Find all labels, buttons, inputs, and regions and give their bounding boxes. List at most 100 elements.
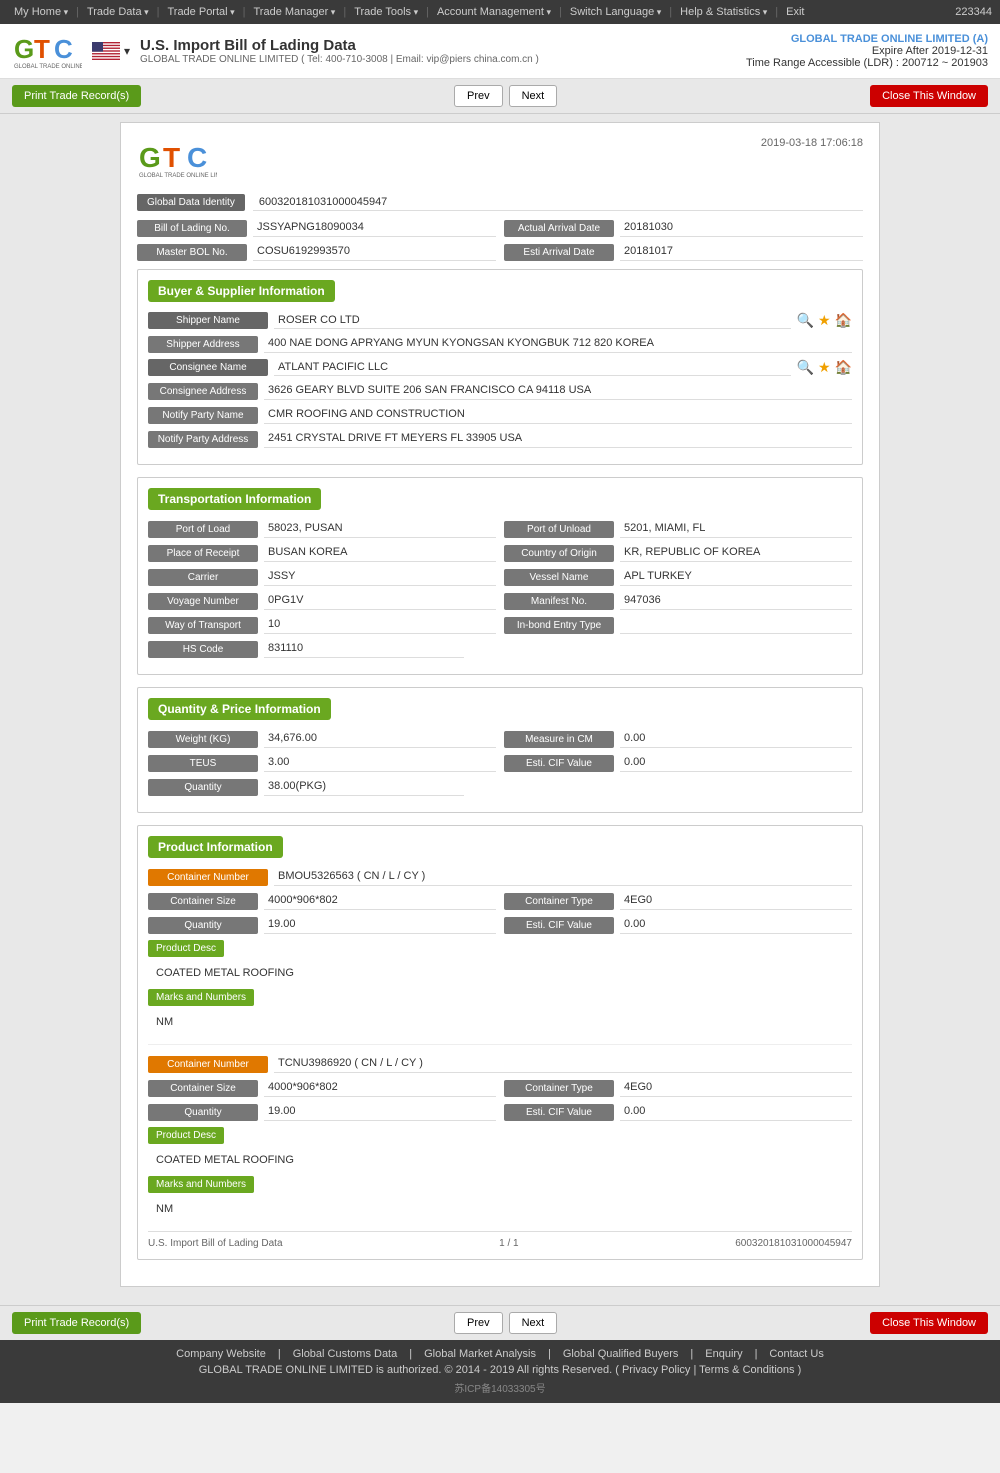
doc-logo: G T C GLOBAL TRADE ONLINE LIMITED <box>137 137 217 182</box>
esti-cif-value: 0.00 <box>620 754 852 772</box>
country-of-origin-value: KR, REPUBLIC OF KOREA <box>620 544 852 562</box>
marks-value-1: NM <box>148 1201 852 1217</box>
footer-enquiry[interactable]: Enquiry <box>705 1348 742 1360</box>
product-info-section: Product Information Container Number BMO… <box>137 825 863 1260</box>
shipper-name-label: Shipper Name <box>148 312 268 329</box>
container-type-label-1: Container Type <box>504 1080 614 1097</box>
print-record-button-bottom[interactable]: Print Trade Record(s) <box>12 1312 141 1334</box>
footer-links: Company Website | Global Customs Data | … <box>8 1348 992 1360</box>
user-code: 223344 <box>955 6 992 18</box>
quantity-row: Quantity 38.00(PKG) <box>148 778 852 796</box>
container-size-value-0: 4000*906*802 <box>264 892 496 910</box>
bol-arrival-row: Bill of Lading No. JSSYAPNG18090034 Actu… <box>137 219 863 237</box>
svg-text:GLOBAL TRADE ONLINE LIMITED: GLOBAL TRADE ONLINE LIMITED <box>14 64 82 70</box>
shipper-search-icon[interactable]: 🔍 <box>797 312 814 329</box>
shipper-name-row: Shipper Name ROSER CO LTD 🔍 ★ 🏠 <box>148 312 852 329</box>
nav-trade-tools[interactable]: Trade Tools <box>348 4 424 20</box>
close-window-button-bottom[interactable]: Close This Window <box>870 1312 988 1334</box>
weight-value: 34,676.00 <box>264 730 496 748</box>
quantity-price-section: Quantity & Price Information Weight (KG)… <box>137 687 863 813</box>
shipper-address-label: Shipper Address <box>148 336 258 353</box>
shipper-home-icon[interactable]: 🏠 <box>835 312 852 329</box>
footer-contact-us[interactable]: Contact Us <box>769 1348 823 1360</box>
carrier-value: JSSY <box>264 568 496 586</box>
prev-button-top[interactable]: Prev <box>454 85 503 107</box>
notify-party-name-label: Notify Party Name <box>148 407 258 424</box>
svg-text:T: T <box>34 34 50 64</box>
quantity-price-title: Quantity & Price Information <box>148 698 331 720</box>
footer-copyright: GLOBAL TRADE ONLINE LIMITED is authorize… <box>8 1364 992 1376</box>
next-button-top[interactable]: Next <box>509 85 558 107</box>
manifest-no-value: 947036 <box>620 592 852 610</box>
nav-account-management[interactable]: Account Management <box>431 4 557 20</box>
bottom-action-bar: Print Trade Record(s) Prev Next Close Th… <box>0 1305 1000 1340</box>
page-title: U.S. Import Bill of Lading Data <box>140 37 539 54</box>
product-esti-cif-label-1: Esti. CIF Value <box>504 1104 614 1121</box>
content-area: G T C GLOBAL TRADE ONLINE LIMITED 2019-0… <box>0 114 1000 1305</box>
notify-party-name-value: CMR ROOFING AND CONSTRUCTION <box>264 406 852 424</box>
global-identity-row: Global Data Identity 6003201810310000459… <box>137 194 863 211</box>
footer-global-qualified[interactable]: Global Qualified Buyers <box>563 1348 679 1360</box>
consignee-search-icon[interactable]: 🔍 <box>797 359 814 376</box>
actual-arrival-label: Actual Arrival Date <box>504 220 614 237</box>
marks-btn-1: Marks and Numbers <box>148 1176 852 1197</box>
weight-label: Weight (KG) <box>148 731 258 748</box>
port-of-unload-value: 5201, MIAMI, FL <box>620 520 852 538</box>
global-data-identity-label: Global Data Identity <box>137 194 245 211</box>
shipper-star-icon[interactable]: ★ <box>818 312 831 329</box>
teus-label: TEUS <box>148 755 258 772</box>
esti-cif-label: Esti. CIF Value <box>504 755 614 772</box>
footer-global-market[interactable]: Global Market Analysis <box>424 1348 536 1360</box>
footer-company-website[interactable]: Company Website <box>176 1348 266 1360</box>
svg-text:GLOBAL TRADE ONLINE LIMITED: GLOBAL TRADE ONLINE LIMITED <box>139 173 217 179</box>
carrier-vessel-row: Carrier JSSY Vessel Name APL TURKEY <box>148 568 852 586</box>
flag-container[interactable]: ▾ <box>92 42 130 60</box>
consignee-star-icon[interactable]: ★ <box>818 359 831 376</box>
doc-logo-svg: G T C GLOBAL TRADE ONLINE LIMITED <box>137 137 217 182</box>
container-size-label-1: Container Size <box>148 1080 258 1097</box>
product-quantity-value-1: 19.00 <box>264 1103 496 1121</box>
product-esti-cif-value-0: 0.00 <box>620 916 852 934</box>
consignee-home-icon[interactable]: 🏠 <box>835 359 852 376</box>
header-bar: G T C GLOBAL TRADE ONLINE LIMITED ▾ U.S.… <box>0 24 1000 79</box>
notify-party-address-row: Notify Party Address 2451 CRYSTAL DRIVE … <box>148 430 852 448</box>
svg-text:C: C <box>54 34 73 64</box>
marks-value-0: NM <box>148 1014 852 1030</box>
us-flag <box>92 42 120 60</box>
product-qty-cif-row-0: Quantity 19.00 Esti. CIF Value 0.00 <box>148 916 852 934</box>
nav-help-statistics[interactable]: Help & Statistics <box>674 4 773 20</box>
doc-footer-left: U.S. Import Bill of Lading Data <box>148 1238 283 1249</box>
consignee-name-row: Consignee Name ATLANT PACIFIC LLC 🔍 ★ 🏠 <box>148 359 852 376</box>
way-of-transport-label: Way of Transport <box>148 617 258 634</box>
container-type-label-0: Container Type <box>504 893 614 910</box>
product-quantity-label-1: Quantity <box>148 1104 258 1121</box>
bol-no-label: Bill of Lading No. <box>137 220 247 237</box>
print-record-button-top[interactable]: Print Trade Record(s) <box>12 85 141 107</box>
time-range: Time Range Accessible (LDR) : 200712 ~ 2… <box>746 57 988 69</box>
container-number-row-1: Container Number TCNU3986920 ( CN / L / … <box>148 1055 852 1073</box>
consignee-name-label: Consignee Name <box>148 359 268 376</box>
svg-text:T: T <box>163 142 180 173</box>
inbond-entry-type-value <box>620 616 852 634</box>
prev-button-bottom[interactable]: Prev <box>454 1312 503 1334</box>
nav-trade-manager[interactable]: Trade Manager <box>247 4 341 20</box>
container-size-type-row-0: Container Size 4000*906*802 Container Ty… <box>148 892 852 910</box>
top-navigation: My Home | Trade Data | Trade Portal | Tr… <box>0 0 1000 24</box>
next-button-bottom[interactable]: Next <box>509 1312 558 1334</box>
flag-dropdown-icon: ▾ <box>124 44 130 58</box>
buyer-supplier-section: Buyer & Supplier Information Shipper Nam… <box>137 269 863 465</box>
footer-global-customs[interactable]: Global Customs Data <box>293 1348 398 1360</box>
product-esti-cif-label-0: Esti. CIF Value <box>504 917 614 934</box>
nav-switch-language[interactable]: Switch Language <box>564 4 667 20</box>
shipper-name-value: ROSER CO LTD <box>274 312 791 329</box>
nav-trade-portal[interactable]: Trade Portal <box>161 4 240 20</box>
container-size-value-1: 4000*906*802 <box>264 1079 496 1097</box>
nav-trade-data[interactable]: Trade Data <box>81 4 155 20</box>
nav-my-home[interactable]: My Home <box>8 4 74 20</box>
port-load-unload-row: Port of Load 58023, PUSAN Port of Unload… <box>148 520 852 538</box>
product-qty-cif-row-1: Quantity 19.00 Esti. CIF Value 0.00 <box>148 1103 852 1121</box>
place-of-receipt-value: BUSAN KOREA <box>264 544 496 562</box>
nav-exit[interactable]: Exit <box>780 4 810 20</box>
place-of-receipt-label: Place of Receipt <box>148 545 258 562</box>
close-window-button-top[interactable]: Close This Window <box>870 85 988 107</box>
